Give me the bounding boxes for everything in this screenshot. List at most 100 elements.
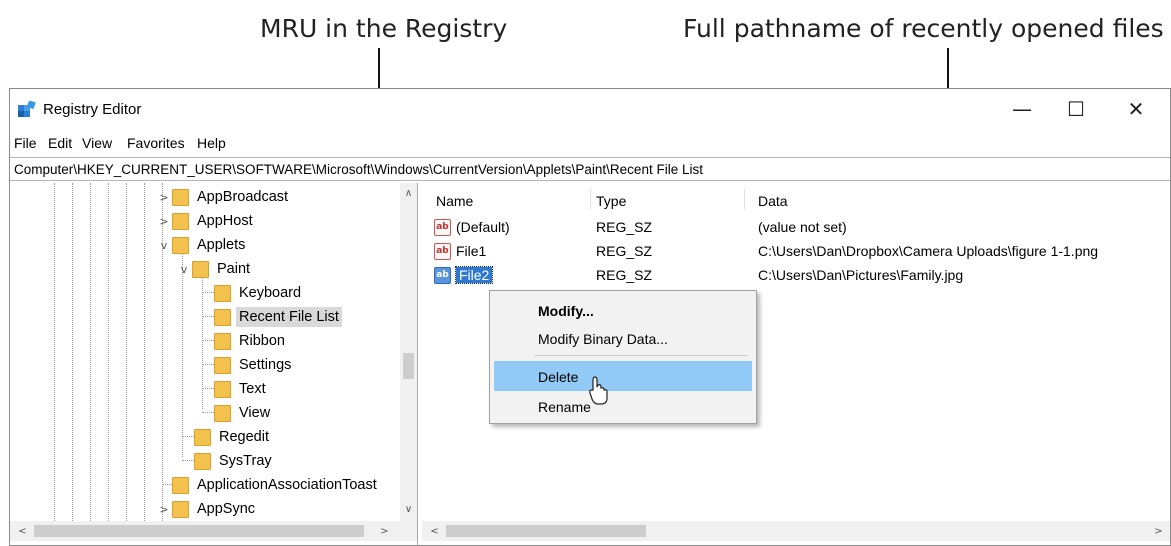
tree-node-label: Keyboard xyxy=(239,285,302,301)
tree-node-text[interactable]: Text xyxy=(214,377,269,401)
tree-node-applicationassociationtoast[interactable]: ApplicationAssociationToast xyxy=(172,473,380,497)
tree-node-label: Ribbon xyxy=(239,333,285,349)
tree-node-label: Applets xyxy=(197,237,246,253)
hand-pointer-icon xyxy=(589,376,608,405)
minimize-button[interactable]: — xyxy=(1002,93,1042,125)
value-row-file1[interactable]: ab File1 REG_SZ C:\Users\Dan\Dropbox\Cam… xyxy=(422,241,1162,263)
expander-icon[interactable]: > xyxy=(156,503,172,516)
column-header-type[interactable]: Type xyxy=(596,193,626,209)
tree-node-paint[interactable]: v Paint xyxy=(176,257,253,281)
tree-vertical-scrollbar[interactable]: ∧ ∨ xyxy=(400,183,417,521)
folder-icon xyxy=(172,500,189,518)
folder-icon xyxy=(192,260,209,278)
tree-node-label: AppBroadcast xyxy=(197,189,289,205)
scroll-left-arrow-icon[interactable]: < xyxy=(426,523,443,540)
title-bar: Registry Editor — ☐ ✕ xyxy=(10,89,1170,131)
tree-node-label: AppSync xyxy=(197,501,256,517)
folder-icon xyxy=(214,356,231,374)
tree-guide xyxy=(90,183,91,521)
folder-icon xyxy=(172,236,189,254)
value-name: File2 xyxy=(454,266,494,284)
string-value-icon: ab xyxy=(434,243,451,260)
value-type: REG_SZ xyxy=(596,243,653,259)
menu-separator xyxy=(534,355,748,356)
string-value-icon: ab xyxy=(434,267,451,284)
folder-icon xyxy=(214,332,231,350)
scroll-thumb[interactable] xyxy=(446,525,646,537)
value-data: C:\Users\Dan\Pictures\Family.jpg xyxy=(758,267,964,283)
tree-node-appbroadcast[interactable]: > AppBroadcast xyxy=(156,185,291,209)
scroll-down-arrow-icon[interactable]: ∨ xyxy=(400,501,417,518)
tree-node-label: Paint xyxy=(217,261,251,277)
tree-node-label: Regedit xyxy=(219,429,269,445)
scroll-thumb[interactable] xyxy=(34,525,364,537)
folder-icon xyxy=(214,404,231,422)
tree-node-keyboard[interactable]: Keyboard xyxy=(214,281,304,305)
value-row-file2[interactable]: ab File2 REG_SZ C:\Users\Dan\Pictures\Fa… xyxy=(422,265,1162,287)
expander-icon[interactable]: > xyxy=(156,215,172,228)
tree-node-label: Recent File List xyxy=(236,307,342,327)
expander-icon[interactable]: v xyxy=(176,263,192,276)
scrollbar-corner xyxy=(400,521,417,541)
menu-file[interactable]: File xyxy=(14,135,37,151)
context-menu: Modify... Modify Binary Data... Delete R… xyxy=(489,290,757,424)
tree-node-view[interactable]: View xyxy=(214,401,273,425)
value-type: REG_SZ xyxy=(596,219,653,235)
address-bar[interactable]: Computer\HKEY_CURRENT_USER\SOFTWARE\Micr… xyxy=(10,157,1170,181)
tree-node-label: AppHost xyxy=(197,213,253,229)
folder-icon xyxy=(214,380,231,398)
folder-icon xyxy=(214,284,231,302)
tree-node-label: View xyxy=(239,405,271,421)
tree-node-apphost[interactable]: > AppHost xyxy=(156,209,256,233)
tree-node-applets[interactable]: v Applets xyxy=(156,233,248,257)
tree-node-appsync[interactable]: > AppSync xyxy=(156,497,258,521)
scroll-thumb[interactable] xyxy=(403,353,414,379)
callout-mru: MRU in the Registry xyxy=(260,14,508,43)
tree-guide xyxy=(72,183,73,521)
menu-favorites[interactable]: Favorites xyxy=(127,135,185,151)
folder-icon xyxy=(172,212,189,230)
tree-horizontal-scrollbar[interactable]: < > xyxy=(10,521,400,541)
menu-bar: File Edit View Favorites Help xyxy=(10,131,1170,155)
menu-help[interactable]: Help xyxy=(197,135,226,151)
menu-item-modify[interactable]: Modify... xyxy=(494,295,752,325)
tree-node-regedit[interactable]: Regedit xyxy=(194,425,272,449)
column-separator[interactable] xyxy=(590,189,591,209)
column-header-data[interactable]: Data xyxy=(758,193,788,209)
maximize-button[interactable]: ☐ xyxy=(1056,93,1096,125)
menu-item-rename[interactable]: Rename xyxy=(494,391,752,421)
value-data: (value not set) xyxy=(758,219,847,235)
value-row-default[interactable]: ab (Default) REG_SZ (value not set) xyxy=(422,217,1162,239)
column-separator[interactable] xyxy=(744,189,745,209)
tree-node-label: Text xyxy=(239,381,266,397)
menu-item-modify-binary-data[interactable]: Modify Binary Data... xyxy=(494,323,752,353)
tree-node-label: Settings xyxy=(239,357,292,373)
string-value-icon: ab xyxy=(434,219,451,236)
values-horizontal-scrollbar[interactable]: < > xyxy=(422,521,1170,541)
scroll-up-arrow-icon[interactable]: ∧ xyxy=(400,185,417,202)
folder-icon xyxy=(172,188,189,206)
folder-icon xyxy=(194,452,211,470)
close-button[interactable]: ✕ xyxy=(1116,93,1156,125)
tree-node-systray[interactable]: SysTray xyxy=(194,449,275,473)
tree-guide xyxy=(144,183,145,521)
scroll-right-arrow-icon[interactable]: > xyxy=(1150,523,1167,540)
menu-edit[interactable]: Edit xyxy=(48,135,72,151)
tree-guide xyxy=(108,183,109,521)
value-type: REG_SZ xyxy=(596,267,653,283)
folder-icon xyxy=(214,308,231,326)
expander-icon[interactable]: > xyxy=(156,191,172,204)
tree-guide xyxy=(54,183,55,521)
key-tree-pane: > AppBroadcast > AppHost v Applets v Pai… xyxy=(10,183,418,546)
scroll-left-arrow-icon[interactable]: < xyxy=(14,523,31,540)
menu-view[interactable]: View xyxy=(82,135,112,151)
window-title: Registry Editor xyxy=(43,101,142,118)
expander-icon[interactable]: v xyxy=(156,239,172,252)
tree-node-ribbon[interactable]: Ribbon xyxy=(214,329,288,353)
menu-item-delete[interactable]: Delete xyxy=(494,361,752,391)
registry-editor-icon xyxy=(18,101,36,117)
column-header-name[interactable]: Name xyxy=(436,193,473,209)
scroll-right-arrow-icon[interactable]: > xyxy=(376,523,393,540)
tree-node-recent-file-list[interactable]: Recent File List xyxy=(214,305,342,329)
tree-node-settings[interactable]: Settings xyxy=(214,353,294,377)
